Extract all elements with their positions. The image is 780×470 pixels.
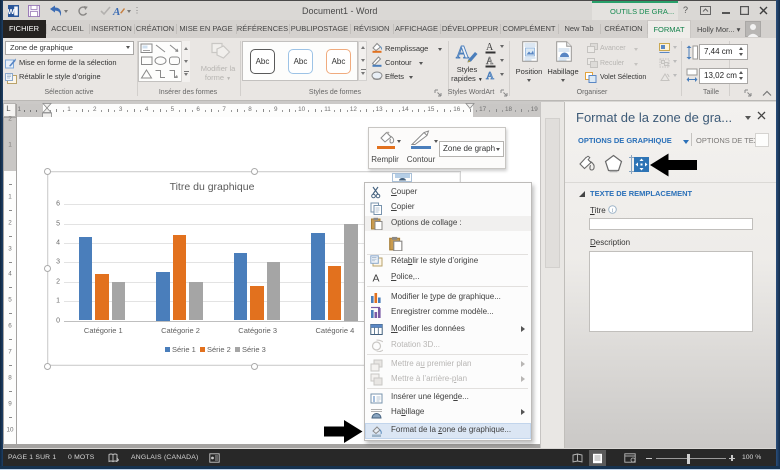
svg-text:A: A	[373, 273, 380, 285]
svg-text:A: A	[486, 42, 494, 53]
svg-text:A: A	[456, 42, 469, 62]
svg-text:A: A	[486, 70, 494, 82]
svg-text:A: A	[486, 56, 494, 67]
svg-text:A: A	[112, 6, 120, 17]
svg-text:W: W	[8, 7, 15, 16]
